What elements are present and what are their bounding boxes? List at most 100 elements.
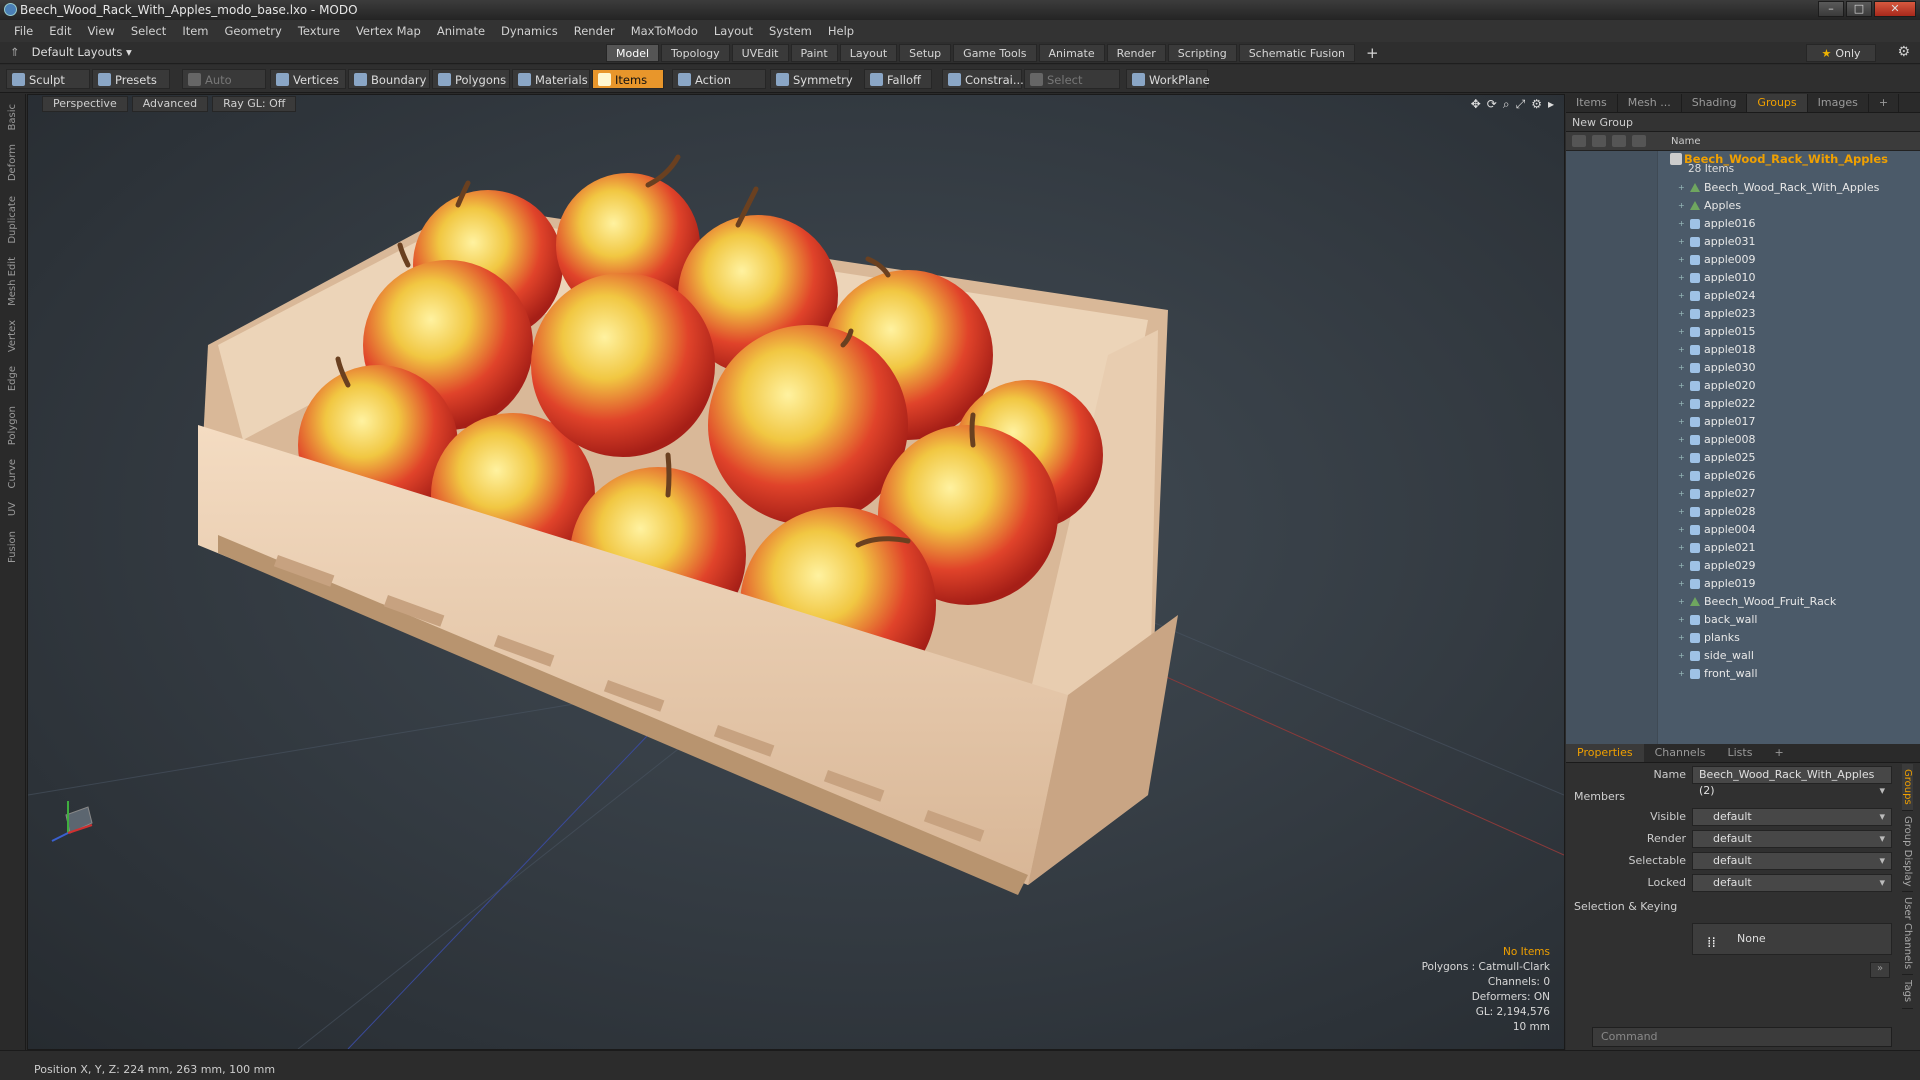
- lock-col-icon[interactable]: [1632, 135, 1646, 147]
- expand-icon[interactable]: +: [1678, 629, 1685, 647]
- tab-images[interactable]: Images: [1808, 94, 1869, 112]
- selection-keying-button[interactable]: ⁞⁞ None: [1692, 923, 1892, 955]
- expand-icon[interactable]: +: [1678, 485, 1685, 503]
- expand-icon[interactable]: +: [1678, 341, 1685, 359]
- side-tab-groups[interactable]: Groups: [1902, 764, 1913, 811]
- side-tab-user-channels[interactable]: User Channels: [1902, 892, 1913, 976]
- sculpt-button[interactable]: Sculpt: [6, 69, 90, 89]
- group-member-row[interactable]: + apple022: [1566, 395, 1920, 413]
- 3d-viewport[interactable]: Perspective Advanced Ray GL: Off ✥ ⟳ ⌕ ⤢…: [27, 94, 1565, 1050]
- symmetry-button[interactable]: Symmetry: [770, 69, 853, 89]
- tab-layout[interactable]: Layout: [839, 44, 898, 62]
- expand-icon[interactable]: +: [1678, 467, 1685, 485]
- selectable-dropdown[interactable]: default: [1692, 852, 1892, 870]
- minimize-button[interactable]: –: [1818, 1, 1844, 17]
- menu-animate[interactable]: Animate: [429, 24, 493, 38]
- group-member-row[interactable]: + apple024: [1566, 287, 1920, 305]
- expand-icon[interactable]: +: [1678, 251, 1685, 269]
- expand-icon[interactable]: +: [1678, 287, 1685, 305]
- group-member-row[interactable]: + apple017: [1566, 413, 1920, 431]
- tool-tab-basic[interactable]: Basic: [7, 100, 18, 134]
- render-col-icon[interactable]: [1592, 135, 1606, 147]
- menu-dynamics[interactable]: Dynamics: [493, 24, 566, 38]
- tab-shading[interactable]: Shading: [1682, 94, 1748, 112]
- vertices-button[interactable]: Vertices: [270, 69, 346, 89]
- tool-tab-mesh-edit[interactable]: Mesh Edit: [7, 253, 18, 310]
- expand-icon[interactable]: +: [1678, 269, 1685, 287]
- expand-icon[interactable]: +: [1678, 215, 1685, 233]
- group-member-row[interactable]: + apple030: [1566, 359, 1920, 377]
- visibility-col-icon[interactable]: [1572, 135, 1586, 147]
- tab-mesh[interactable]: Mesh ...: [1618, 94, 1682, 112]
- group-member-row[interactable]: + apple010: [1566, 269, 1920, 287]
- menu-file[interactable]: File: [6, 24, 41, 38]
- expand-icon[interactable]: +: [1678, 233, 1685, 251]
- menu-system[interactable]: System: [761, 24, 820, 38]
- group-root[interactable]: Beech_Wood_Rack_With_Apples 28 Items: [1566, 151, 1920, 179]
- group-member-row[interactable]: + apple009: [1566, 251, 1920, 269]
- add-panel-tab-icon[interactable]: +: [1869, 94, 1900, 112]
- side-tab-group-display[interactable]: Group Display: [1902, 811, 1913, 893]
- visible-dropdown[interactable]: default: [1692, 808, 1892, 826]
- expand-arrows-icon[interactable]: »: [1870, 962, 1890, 978]
- tool-tab-vertex[interactable]: Vertex: [7, 316, 18, 356]
- tool-tab-deform[interactable]: Deform: [7, 140, 18, 185]
- group-member-row[interactable]: + apple008: [1566, 431, 1920, 449]
- expand-icon[interactable]: +: [1678, 359, 1685, 377]
- expand-icon[interactable]: +: [1678, 395, 1685, 413]
- tool-tab-duplicate[interactable]: Duplicate: [7, 192, 18, 248]
- add-tab-icon[interactable]: +: [1357, 44, 1388, 62]
- menu-render[interactable]: Render: [566, 24, 623, 38]
- group-member-row[interactable]: + apple018: [1566, 341, 1920, 359]
- tab-lists[interactable]: Lists: [1717, 744, 1764, 762]
- materials-button[interactable]: Materials: [512, 69, 590, 89]
- tab-scripting[interactable]: Scripting: [1167, 44, 1237, 62]
- tab-animate[interactable]: Animate: [1038, 44, 1105, 62]
- action-center-button[interactable]: Action Center: [672, 69, 766, 107]
- group-member-row[interactable]: + Beech_Wood_Rack_With_Apples: [1566, 179, 1920, 197]
- expand-icon[interactable]: +: [1678, 521, 1685, 539]
- group-member-row[interactable]: + back_wall: [1566, 611, 1920, 629]
- tab-model[interactable]: Model: [606, 44, 660, 62]
- tab-setup[interactable]: Setup: [899, 44, 952, 62]
- default-layouts-dropdown[interactable]: ⇑ Default Layouts ▾: [10, 45, 132, 59]
- locked-dropdown[interactable]: default: [1692, 874, 1892, 892]
- workplane-button[interactable]: WorkPlane: [1126, 69, 1210, 89]
- expand-icon[interactable]: +: [1678, 413, 1685, 431]
- expand-icon[interactable]: +: [1678, 503, 1685, 521]
- new-group-button[interactable]: New Group: [1566, 113, 1920, 132]
- expand-icon[interactable]: +: [1678, 575, 1685, 593]
- group-member-row[interactable]: + apple029: [1566, 557, 1920, 575]
- render-dropdown[interactable]: default: [1692, 830, 1892, 848]
- close-button[interactable]: ✕: [1874, 1, 1916, 17]
- group-member-row[interactable]: + apple023: [1566, 305, 1920, 323]
- expand-icon[interactable]: +: [1678, 593, 1685, 611]
- selection-keying-section[interactable]: Selection & Keying: [1574, 900, 1677, 913]
- menu-edit[interactable]: Edit: [41, 24, 79, 38]
- menu-help[interactable]: Help: [820, 24, 862, 38]
- menu-vertex-map[interactable]: Vertex Map: [348, 24, 429, 38]
- items-button[interactable]: Items: [592, 69, 664, 89]
- group-member-row[interactable]: + Apples: [1566, 197, 1920, 215]
- menu-maxtomodo[interactable]: MaxToModo: [623, 24, 706, 38]
- expand-icon[interactable]: +: [1678, 377, 1685, 395]
- group-member-row[interactable]: + apple020: [1566, 377, 1920, 395]
- group-member-row[interactable]: + apple019: [1566, 575, 1920, 593]
- group-member-row[interactable]: + apple025: [1566, 449, 1920, 467]
- select-through-button[interactable]: Select Through: [1024, 69, 1120, 107]
- side-tab-tags[interactable]: Tags: [1902, 975, 1913, 1009]
- expand-icon[interactable]: +: [1678, 647, 1685, 665]
- group-member-row[interactable]: + apple028: [1566, 503, 1920, 521]
- auto-select-button[interactable]: Auto Select: [182, 69, 266, 107]
- tool-tab-fusion[interactable]: Fusion: [7, 527, 18, 567]
- menu-geometry[interactable]: Geometry: [217, 24, 290, 38]
- tool-tab-edge[interactable]: Edge: [7, 362, 18, 395]
- group-member-row[interactable]: + apple021: [1566, 539, 1920, 557]
- command-input[interactable]: Command: [1592, 1027, 1892, 1047]
- only-button[interactable]: ★ Only: [1806, 44, 1876, 62]
- group-member-row[interactable]: + apple015: [1566, 323, 1920, 341]
- expand-icon[interactable]: +: [1678, 179, 1685, 197]
- polygons-button[interactable]: Polygons: [432, 69, 510, 89]
- group-member-row[interactable]: + apple016: [1566, 215, 1920, 233]
- menu-view[interactable]: View: [80, 24, 123, 38]
